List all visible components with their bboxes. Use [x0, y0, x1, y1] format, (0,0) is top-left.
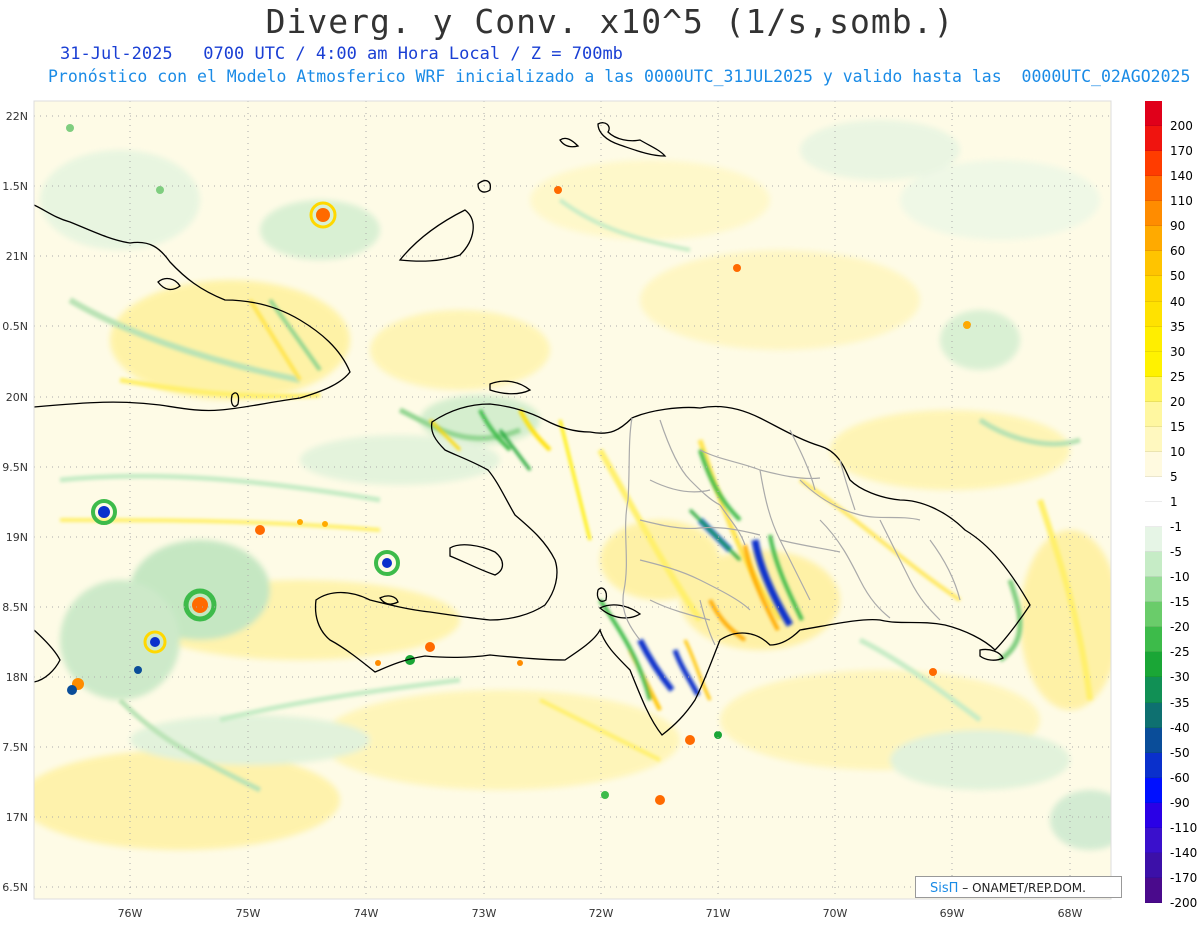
lat-label: 22N — [6, 110, 28, 123]
colorbar-label: -60 — [1170, 770, 1190, 785]
colorbar-label: 170 — [1170, 144, 1193, 159]
sispi-logo-text: SisΠ — [930, 881, 959, 896]
colorbar-label: 15 — [1170, 419, 1186, 434]
colorbar-segment — [1145, 877, 1162, 903]
colorbar-label: 35 — [1170, 319, 1186, 334]
colorbar-segment — [1145, 777, 1162, 803]
colorbar-label: -15 — [1170, 595, 1190, 610]
colorbar-segment — [1145, 301, 1162, 327]
colorbar-label: 60 — [1170, 244, 1186, 259]
field-shading — [34, 101, 1111, 899]
colorbar-segment — [1145, 201, 1162, 227]
lon-label: 74W — [354, 907, 379, 920]
colorbar-label: 140 — [1170, 169, 1193, 184]
colorbar-segment — [1145, 251, 1162, 277]
lon-label: 71W — [706, 907, 731, 920]
colorbar-segment — [1145, 101, 1162, 127]
lat-label: 0.5N — [2, 320, 28, 333]
colorbar-label: 30 — [1170, 344, 1186, 359]
colorbar-segment — [1145, 502, 1162, 528]
colorbar-segment — [1145, 351, 1162, 377]
colorbar-label: 110 — [1170, 194, 1193, 209]
colorbar-label: -25 — [1170, 645, 1190, 660]
colorbar-label: -1 — [1170, 520, 1182, 535]
colorbar-segment — [1145, 852, 1162, 878]
colorbar-segment — [1145, 326, 1162, 352]
colorbar-segment — [1145, 552, 1162, 578]
colorbar-label: -200 — [1170, 896, 1198, 910]
colorbar-label: 20 — [1170, 394, 1186, 409]
colorbar-segment — [1145, 276, 1162, 302]
lon-label: 70W — [823, 907, 848, 920]
lat-label: 20N — [6, 391, 28, 404]
latitude-labels: 22N 1.5N 21N 0.5N 20N 9.5N 19N 8.5N 18N … — [2, 110, 28, 894]
lat-label: 8.5N — [2, 601, 28, 614]
colorbar-label: 50 — [1170, 269, 1186, 284]
lat-label: 7.5N — [2, 741, 28, 754]
colorbar-label: 200 — [1170, 119, 1193, 134]
colorbar-segment — [1145, 702, 1162, 728]
lat-label: 9.5N — [2, 461, 28, 474]
colorbar-segment — [1145, 602, 1162, 628]
lat-label: 17N — [6, 811, 28, 824]
lat-label: 18N — [6, 671, 28, 684]
credit-box: SisΠ – ONAMET/REP.DOM. — [915, 876, 1122, 898]
lat-label: 1.5N — [2, 180, 28, 193]
colorbar-label: -10 — [1170, 570, 1190, 585]
lon-label: 75W — [236, 907, 261, 920]
colorbar-label: -20 — [1170, 620, 1190, 635]
colorbar-label: -170 — [1170, 870, 1198, 885]
colorbar-label: -90 — [1170, 795, 1190, 810]
colorbar-segment — [1145, 476, 1162, 502]
colorbar-label: -50 — [1170, 745, 1190, 760]
colorbar-label: -140 — [1170, 845, 1198, 860]
colorbar-segment — [1145, 176, 1162, 202]
lon-label: 69W — [940, 907, 965, 920]
colorbar-label: 90 — [1170, 219, 1186, 234]
colorbar-segment — [1145, 727, 1162, 753]
divergence-map: 22N 1.5N 21N 0.5N 20N 9.5N 19N 8.5N 18N … — [2, 100, 1112, 920]
colorbar-segment — [1145, 451, 1162, 477]
lon-label: 73W — [472, 907, 497, 920]
colorbar-label: 10 — [1170, 444, 1186, 459]
colorbar-segment — [1145, 226, 1162, 252]
colorbar-label: 1 — [1170, 495, 1178, 509]
longitude-labels: 76W 75W 74W 73W 72W 71W 70W 69W 68W — [118, 907, 1083, 920]
colorbar-label: 40 — [1170, 294, 1186, 309]
colorbar-label: -5 — [1170, 545, 1182, 560]
colorbar-segment — [1145, 401, 1162, 427]
colorbar-segment — [1145, 527, 1162, 553]
colorbar-segment — [1145, 126, 1162, 152]
colorbar-segment — [1145, 577, 1162, 603]
colorbar-label: -40 — [1170, 720, 1190, 735]
lon-label: 72W — [589, 907, 614, 920]
colorbar-label: -110 — [1170, 820, 1198, 835]
colorbar-segment — [1145, 151, 1162, 177]
colorbar-label: -35 — [1170, 695, 1190, 710]
lat-label: 21N — [6, 250, 28, 263]
colorbar — [1145, 101, 1162, 903]
colorbar-segment — [1145, 376, 1162, 402]
lon-label: 68W — [1058, 907, 1083, 920]
lat-label: 6.5N — [2, 881, 28, 894]
colorbar-segment — [1145, 802, 1162, 828]
colorbar-segment — [1145, 652, 1162, 678]
colorbar-label: 5 — [1170, 469, 1178, 484]
colorbar-segment — [1145, 677, 1162, 703]
colorbar-segment — [1145, 426, 1162, 452]
lat-label: 19N — [6, 531, 28, 544]
colorbar-label: 25 — [1170, 369, 1186, 384]
colorbar-segment — [1145, 627, 1162, 653]
organization-credit: – ONAMET/REP.DOM. — [962, 881, 1086, 895]
colorbar-segment — [1145, 827, 1162, 853]
lon-label: 76W — [118, 907, 143, 920]
colorbar-label: -30 — [1170, 670, 1190, 685]
colorbar-segment — [1145, 752, 1162, 778]
